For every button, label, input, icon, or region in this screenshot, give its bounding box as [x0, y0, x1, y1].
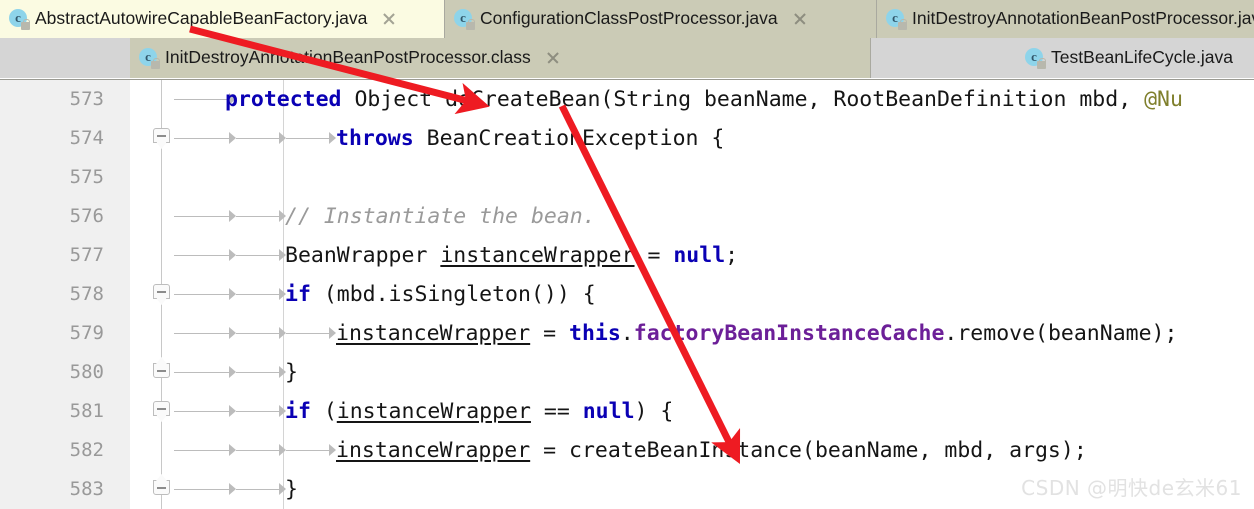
code-text: instanceWrapper = createBeanInstance(bea… [336, 438, 1087, 463]
editor-tab[interactable]: c AbstractAutowireCapableBeanFactory.java [0, 0, 445, 38]
line-number: 580 [69, 361, 104, 383]
editor-tab[interactable]: c ConfigurationClassPostProcessor.java [445, 0, 877, 38]
tab-whitespace-icon [236, 249, 286, 262]
line-number: 575 [69, 166, 104, 188]
fold-end-icon[interactable] [153, 474, 170, 501]
tab-whitespace-icon [236, 405, 286, 418]
line-number: 576 [69, 205, 104, 227]
code-text: if (mbd.isSingleton()) { [285, 282, 596, 307]
tab-whitespace-icon [236, 210, 286, 223]
line-number: 581 [69, 400, 104, 422]
code-line[interactable]: 578 if (mbd.isSingleton()) { [0, 275, 1254, 314]
editor-tab-row-2: c InitDestroyAnnotationBeanPostProcessor.… [0, 38, 1254, 78]
code-line[interactable]: 574 throws BeanCreationException { [0, 119, 1254, 158]
tab-whitespace-icon [236, 327, 286, 340]
code-line[interactable]: 577 BeanWrapper instanceWrapper = null; [0, 236, 1254, 275]
tab-whitespace-icon [174, 483, 236, 496]
code-line[interactable]: 580} [0, 353, 1254, 392]
editor-tab[interactable]: c TestBeanLifeCycle.java [871, 38, 1254, 78]
code-line[interactable]: 582 instanceWrapper = createBeanInstance(… [0, 431, 1254, 470]
tab-whitespace-icon [174, 405, 236, 418]
tab-whitespace-icon [174, 327, 236, 340]
editor-tab[interactable]: c InitDestroyAnnotationBeanPostProcessor.… [877, 0, 1254, 38]
tab-whitespace-icon [236, 444, 286, 457]
tab-whitespace-icon [286, 444, 336, 457]
code-line[interactable]: 579 instanceWrapper = this.factoryBeanIns… [0, 314, 1254, 353]
editor-tab-label: InitDestroyAnnotationBeanPostProcessor.j… [912, 8, 1254, 29]
code-editor[interactable]: 573 protected Object doCreateBean(String … [0, 79, 1254, 509]
java-class-icon: c [453, 8, 475, 30]
tab-whitespace-icon [174, 249, 236, 262]
tab-whitespace-icon [174, 210, 236, 223]
code-text: } [285, 477, 298, 502]
tab-whitespace-icon [236, 288, 286, 301]
editor-tab-label: ConfigurationClassPostProcessor.java [480, 8, 778, 29]
code-line[interactable]: 573 protected Object doCreateBean(String … [0, 80, 1254, 119]
java-class-icon: c [885, 8, 907, 30]
code-text: // Instantiate the bean. [285, 204, 596, 229]
line-number: 578 [69, 283, 104, 305]
tab-whitespace-icon [174, 444, 236, 457]
tab-whitespace-icon [174, 366, 236, 379]
code-text: } [285, 360, 298, 385]
editor-tab[interactable]: c InitDestroyAnnotationBeanPostProcessor.… [130, 38, 871, 78]
tab-whitespace-icon [236, 366, 286, 379]
close-icon[interactable] [792, 11, 808, 27]
tab-whitespace-icon [236, 483, 286, 496]
code-line[interactable]: 581 if (instanceWrapper == null) { [0, 392, 1254, 431]
tab-whitespace-icon [286, 132, 336, 145]
editor-tab-label: InitDestroyAnnotationBeanPostProcessor.c… [165, 47, 531, 68]
watermark: CSDN @明快de玄米61 [1021, 476, 1242, 500]
tab-whitespace-icon [286, 327, 336, 340]
line-number: 582 [69, 439, 104, 461]
line-number: 579 [69, 322, 104, 344]
java-class-icon: c [1024, 47, 1047, 69]
java-class-icon: c [138, 47, 160, 69]
tab-whitespace-icon [236, 132, 286, 145]
code-text: BeanWrapper instanceWrapper = null; [285, 243, 739, 268]
fold-collapse-icon[interactable] [153, 401, 170, 422]
fold-collapse-icon[interactable] [153, 284, 170, 305]
code-text: protected Object doCreateBean(String bea… [225, 87, 1183, 112]
line-number: 577 [69, 244, 104, 266]
fold-collapse-icon[interactable] [153, 128, 170, 149]
editor-tab-label: AbstractAutowireCapableBeanFactory.java [35, 8, 368, 29]
tab-whitespace-icon [174, 132, 236, 145]
line-number: 583 [69, 478, 104, 500]
tab-row-indent [0, 38, 130, 78]
editor-tab-label: TestBeanLifeCycle.java [1051, 47, 1233, 68]
ide-editor-window: c AbstractAutowireCapableBeanFactory.java… [0, 0, 1254, 509]
code-line[interactable]: 576 // Instantiate the bean. [0, 197, 1254, 236]
code-line[interactable]: 575 [0, 158, 1254, 197]
close-icon[interactable] [545, 50, 561, 66]
line-number: 573 [69, 88, 104, 110]
editor-tab-row-1: c AbstractAutowireCapableBeanFactory.java… [0, 0, 1254, 38]
java-class-icon: c [8, 8, 30, 30]
code-text: instanceWrapper = this.factoryBeanInstan… [336, 321, 1178, 346]
fold-end-icon[interactable] [153, 357, 170, 384]
code-text: throws BeanCreationException { [336, 126, 725, 151]
line-number: 574 [69, 127, 104, 149]
tab-whitespace-icon [174, 288, 236, 301]
code-text: if (instanceWrapper == null) { [285, 399, 674, 424]
close-icon[interactable] [381, 11, 397, 27]
